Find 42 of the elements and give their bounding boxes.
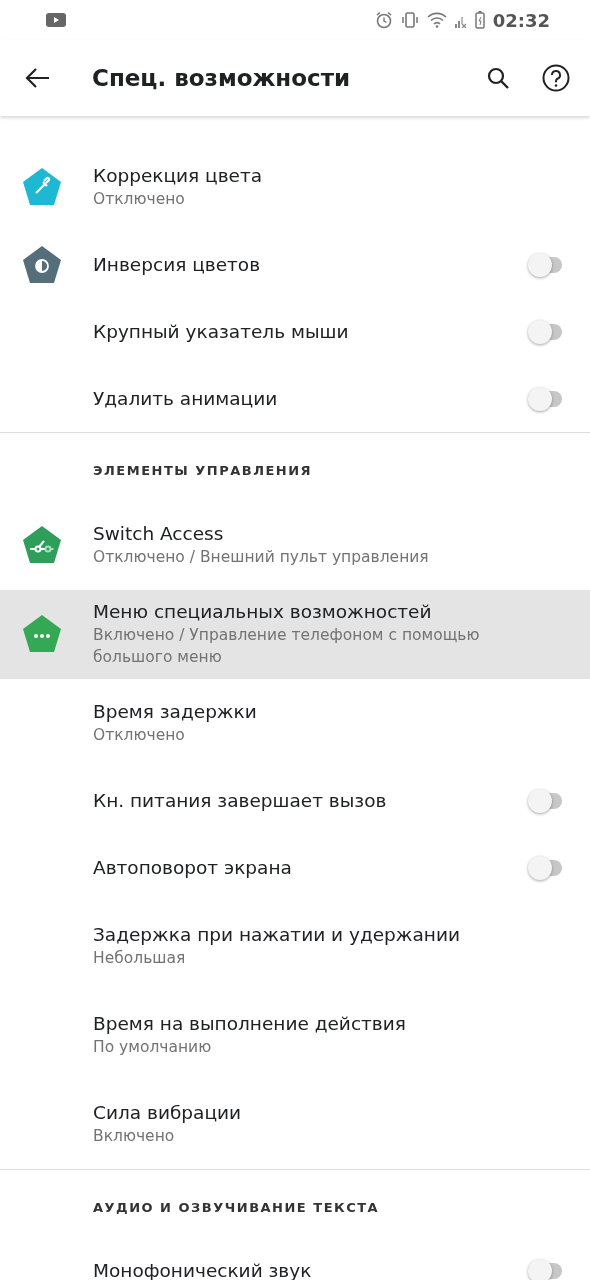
- item-subtitle: Отключено: [93, 725, 186, 746]
- page-title: Спец. возможности: [92, 63, 352, 93]
- item-title: Крупный указатель мыши: [93, 319, 349, 344]
- battery-icon: [474, 11, 485, 29]
- item-subtitle: Включено / Управление телефоном с помощью большого меню: [93, 625, 481, 668]
- settings-item[interactable]: Время на выполнение действия По умолчанию: [0, 990, 590, 1080]
- settings-item[interactable]: Крупный указатель мыши: [0, 298, 590, 365]
- settings-item[interactable]: Switch Access Отключено / Внешний пульт управления: [0, 500, 590, 590]
- wifi-icon: [426, 12, 447, 28]
- settings-item[interactable]: Время задержки Отключено: [0, 678, 590, 768]
- item-title: Кн. питания завершает вызов: [93, 789, 387, 813]
- settings-item[interactable]: Задержка при нажатии и удержании Небольшая: [0, 901, 590, 991]
- settings-item[interactable]: Автоповорот экрана: [0, 834, 590, 902]
- settings-item[interactable]: Монофонический звук: [0, 1237, 590, 1280]
- settings-item[interactable]: Инверсия цветов: [0, 231, 590, 298]
- settings-item[interactable]: Меню специальных возможностей Включено / Управление телефоном с помощью большого меню: [0, 589, 590, 679]
- clock-time: 02:32: [492, 8, 550, 33]
- section-header: ЭЛЕМЕНТЫ УПРАВЛЕНИЯ: [92, 462, 314, 480]
- item-title: Инверсия цветов: [93, 252, 261, 277]
- item-subtitle: По умолчанию: [93, 1037, 213, 1058]
- settings-item[interactable]: Коррекция цвета Отключено: [0, 142, 590, 231]
- settings-item[interactable]: Удалить анимации: [0, 365, 590, 432]
- video-app-icon: [46, 13, 66, 27]
- item-subtitle: Включено: [93, 1126, 176, 1147]
- alarm-icon: [374, 11, 393, 29]
- settings-item[interactable]: Кн. питания завершает вызов: [0, 767, 590, 835]
- item-title: Коррекция цвета: [93, 163, 263, 188]
- item-title: Автоповорот экрана: [93, 856, 292, 880]
- item-title: Монофонический звук: [93, 1258, 312, 1280]
- vibrate-icon: [400, 11, 419, 29]
- settings-item[interactable]: Сила вибрации Включено: [0, 1079, 590, 1169]
- item-title: Меню специальных возможностей: [93, 600, 433, 624]
- item-title: Время задержки: [93, 700, 257, 724]
- item-subtitle: Небольшая: [93, 948, 187, 969]
- item-title: Задержка при нажатии и удержании: [93, 923, 460, 947]
- section-header: АУДИО И ОЗВУЧИВАНИЕ ТЕКСТА: [92, 1198, 381, 1217]
- item-subtitle: Отключено / Внешний пульт управления: [93, 547, 429, 568]
- item-title: Время на выполнение действия: [93, 1012, 406, 1036]
- item-title: Switch Access: [93, 522, 225, 546]
- item-title: Сила вибрации: [93, 1101, 242, 1125]
- item-subtitle: Отключено: [93, 188, 186, 210]
- item-title: Удалить анимации: [93, 386, 278, 411]
